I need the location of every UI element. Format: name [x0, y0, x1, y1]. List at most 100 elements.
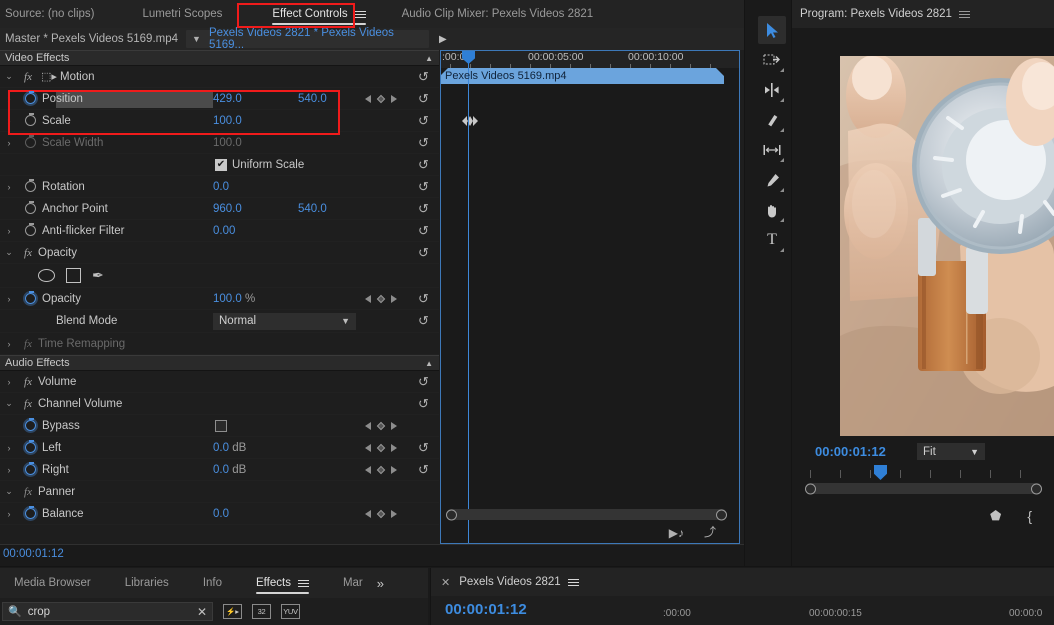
- reset-icon-uniform-scale[interactable]: ↺: [418, 157, 429, 173]
- effect-row-channel-volume[interactable]: ⌄ fx Channel Volume ↺: [0, 393, 439, 415]
- clip-band[interactable]: Pexels Videos 5169.mp4: [440, 68, 724, 84]
- selection-tool[interactable]: [758, 16, 786, 44]
- reset-icon-channel-volume[interactable]: ↺: [418, 396, 429, 412]
- effect-controls-timecode[interactable]: 00:00:01:12: [3, 548, 64, 560]
- reset-icon-motion[interactable]: ↺: [418, 69, 429, 85]
- keyframe-nav-left[interactable]: [365, 443, 397, 452]
- ripple-edit-tool[interactable]: [758, 76, 786, 104]
- reset-icon-scale[interactable]: ↺: [418, 113, 429, 129]
- keyframe-nav-bypass[interactable]: [365, 421, 397, 430]
- scroll-knob-left[interactable]: [446, 509, 457, 520]
- scroll-knob-left[interactable]: [805, 483, 816, 494]
- previous-keyframe-icon[interactable]: [365, 294, 371, 303]
- program-monitor-ruler[interactable]: [804, 468, 1042, 480]
- collapse-caret-icon[interactable]: ▲: [425, 54, 433, 63]
- panel-menu-icon[interactable]: [958, 9, 970, 20]
- reset-icon-anchor-point[interactable]: ↺: [418, 201, 429, 217]
- twirl-down-icon[interactable]: ⌄: [0, 71, 18, 82]
- blend-mode-select[interactable]: Normal ▼: [213, 312, 356, 330]
- previous-keyframe-icon[interactable]: [365, 509, 371, 518]
- twirl-right-icon[interactable]: ›: [0, 226, 18, 236]
- export-frame-icon[interactable]: ⤴: [704, 523, 716, 540]
- next-keyframe-icon[interactable]: [391, 421, 397, 430]
- previous-keyframe-icon[interactable]: [365, 465, 371, 474]
- close-icon[interactable]: ✕: [441, 576, 450, 589]
- reset-icon-scale-width[interactable]: ↺: [418, 135, 429, 151]
- mark-in-icon[interactable]: {: [1027, 508, 1032, 524]
- keyframe-nav-opacity[interactable]: [365, 294, 397, 303]
- bypass-checkbox[interactable]: [215, 419, 227, 432]
- yuv-effects-badge[interactable]: YUV: [281, 604, 300, 619]
- param-row-rotation[interactable]: › Rotation 0.0 ↺: [0, 176, 439, 198]
- reset-icon-opacity[interactable]: ↺: [418, 291, 429, 307]
- reset-icon-volume[interactable]: ↺: [418, 374, 429, 390]
- tool-flyout-indicator[interactable]: [780, 68, 784, 72]
- tab-markers[interactable]: Mar: [343, 569, 363, 597]
- panel-menu-icon[interactable]: [567, 577, 579, 588]
- param-row-opacity[interactable]: › Opacity 100.0 % ↺: [0, 288, 439, 310]
- next-keyframe-icon[interactable]: [391, 294, 397, 303]
- param-row-position[interactable]: › Position 429.0 540.0 ↺: [0, 88, 439, 110]
- twirl-right-icon[interactable]: ›: [0, 116, 18, 126]
- stopwatch-icon-balance[interactable]: [20, 505, 40, 519]
- twirl-down-icon[interactable]: ⌄: [0, 247, 18, 258]
- accelerated-effects-badge[interactable]: ⚡▸: [223, 604, 242, 619]
- tab-info[interactable]: Info: [203, 569, 222, 597]
- tab-effects[interactable]: Effects: [256, 569, 309, 597]
- stopwatch-icon-anchor-point[interactable]: [20, 200, 40, 214]
- overflow-tabs-icon[interactable]: »: [377, 576, 384, 591]
- twirl-right-icon[interactable]: ›: [0, 509, 18, 519]
- stopwatch-icon-scale-width[interactable]: [20, 134, 40, 148]
- effect-row-panner[interactable]: ⌄ fx Panner: [0, 481, 439, 503]
- track-select-forward-tool[interactable]: [758, 46, 786, 74]
- twirl-down-icon[interactable]: ⌄: [0, 398, 18, 409]
- reset-icon-opacity-effect[interactable]: ↺: [418, 245, 429, 261]
- panel-menu-icon[interactable]: [354, 9, 366, 20]
- panel-menu-icon[interactable]: [297, 578, 309, 589]
- add-keyframe-icon[interactable]: [376, 465, 386, 474]
- keyframe-nav-right[interactable]: [365, 465, 397, 474]
- previous-keyframe-icon[interactable]: [365, 443, 371, 452]
- ellipse-mask-icon[interactable]: [38, 269, 55, 282]
- pen-tool[interactable]: [758, 166, 786, 194]
- tab-effect-controls[interactable]: Effect Controls: [272, 0, 366, 28]
- twirl-right-icon[interactable]: ›: [0, 465, 18, 475]
- stopwatch-icon-bypass[interactable]: [20, 417, 40, 431]
- tab-lumetri-scopes[interactable]: Lumetri Scopes: [142, 0, 222, 28]
- twirl-right-icon[interactable]: ›: [0, 138, 18, 148]
- add-keyframe-icon[interactable]: [376, 94, 386, 103]
- scroll-knob-right[interactable]: [1031, 483, 1042, 494]
- add-keyframe-icon[interactable]: [376, 443, 386, 452]
- stopwatch-icon-anti-flicker[interactable]: [20, 222, 40, 236]
- next-keyframe-icon[interactable]: [391, 94, 397, 103]
- scroll-knob-right[interactable]: [716, 509, 727, 520]
- anti-flicker-value[interactable]: 0.00: [213, 225, 235, 237]
- add-keyframe-icon[interactable]: [376, 294, 386, 303]
- play-audio-icon[interactable]: ▶♪: [669, 526, 684, 540]
- tab-libraries[interactable]: Libraries: [125, 569, 169, 597]
- previous-keyframe-icon[interactable]: [365, 94, 371, 103]
- left-value[interactable]: 0.0 dB: [213, 442, 246, 454]
- effect-controls-timeline[interactable]: :00:00 00:00:05:00 00:00:10:00 Pexels Vi…: [440, 50, 740, 544]
- hand-tool[interactable]: [758, 196, 786, 224]
- keyframe-nav-position[interactable]: [365, 94, 397, 103]
- scale-width-value[interactable]: 100.0: [213, 137, 242, 149]
- param-row-scale-width[interactable]: › Scale Width 100.0 ↺: [0, 132, 439, 154]
- twirl-right-icon[interactable]: ›: [0, 377, 18, 387]
- timeline-ruler-bottom[interactable]: :00:00 00:00:00:15 00:00:0: [431, 606, 1054, 625]
- audio-effects-header[interactable]: Audio Effects ▲: [0, 355, 439, 371]
- reset-icon-left[interactable]: ↺: [418, 440, 429, 456]
- right-value[interactable]: 0.0 dB: [213, 464, 246, 476]
- tab-program-monitor[interactable]: Program: Pexels Videos 2821: [800, 0, 970, 28]
- timeline-ruler[interactable]: :00:00 00:00:05:00 00:00:10:00: [440, 50, 740, 68]
- tool-flyout-indicator[interactable]: [780, 128, 784, 132]
- reset-icon-anti-flicker[interactable]: ↺: [418, 223, 429, 239]
- program-monitor-video-frame[interactable]: [840, 56, 1054, 436]
- marker-icon[interactable]: ⬟: [990, 508, 1001, 524]
- timeline-horizontal-scrollbar[interactable]: [446, 509, 727, 520]
- effect-row-motion[interactable]: ⌄ fx ⬚▸ Motion ↺: [0, 66, 439, 88]
- keyframe-nav-balance[interactable]: [365, 509, 397, 518]
- param-row-bypass[interactable]: Bypass: [0, 415, 439, 437]
- rectangle-mask-icon[interactable]: [66, 268, 81, 283]
- reset-icon-rotation[interactable]: ↺: [418, 179, 429, 195]
